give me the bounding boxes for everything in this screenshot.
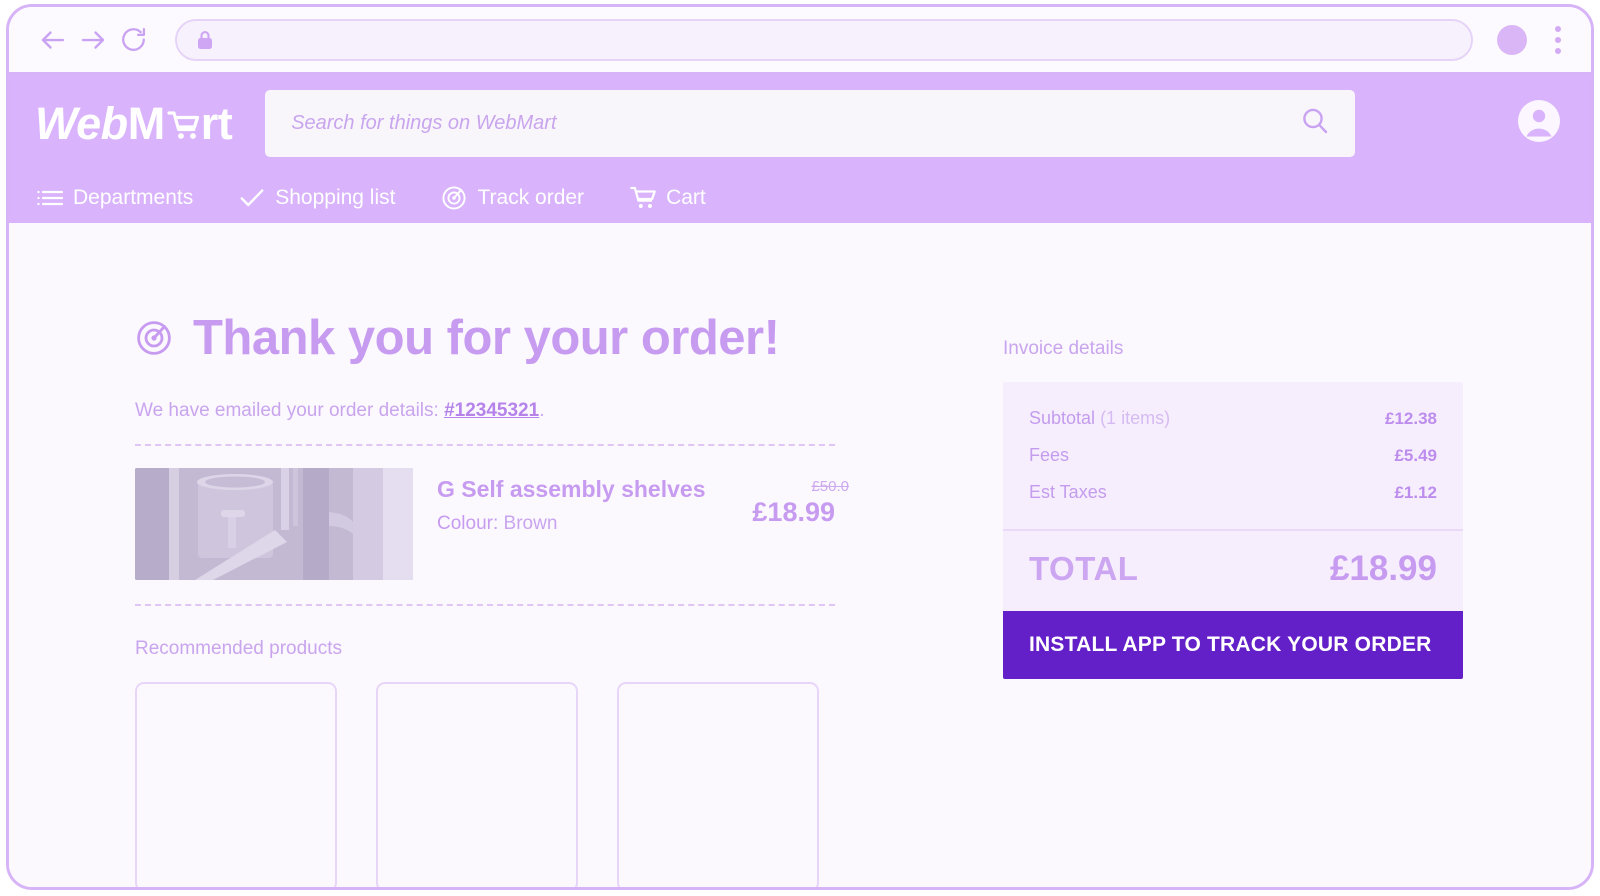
invoice-row-label: Subtotal (1 items) <box>1029 408 1170 429</box>
invoice-row-label: Est Taxes <box>1029 482 1107 503</box>
recommended-products-title: Recommended products <box>135 638 342 659</box>
recommended-products-grid <box>135 682 835 887</box>
invoice-total-amount: £18.99 <box>1329 549 1437 588</box>
site-header: Web M rt Search for things on WebMart De… <box>9 75 1591 223</box>
forward-arrow-icon <box>78 25 108 55</box>
invoice-label-text: Est Taxes <box>1029 482 1107 502</box>
nav-label-shopping-list: Shopping list <box>275 185 396 209</box>
invoice-total-row: TOTAL £18.99 <box>1003 529 1463 611</box>
invoice-row-fees: Fees £5.49 <box>1029 445 1437 482</box>
search-bar[interactable]: Search for things on WebMart <box>265 90 1356 157</box>
reload-button[interactable] <box>113 20 153 60</box>
radar-target-icon <box>135 319 173 357</box>
header-top-row: Web M rt Search for things on WebMart <box>9 75 1591 172</box>
product-name: G Self assembly shelves <box>437 476 706 502</box>
install-app-button[interactable]: INSTALL APP TO TRACK YOUR ORDER <box>1003 611 1463 679</box>
invoice-title: Invoice details <box>1003 338 1124 359</box>
toolbar-right-group <box>1497 24 1569 55</box>
radar-target-icon <box>441 185 467 211</box>
header-nav: Departments Shopping list Track order Ca… <box>9 172 1591 223</box>
back-button[interactable] <box>33 20 73 60</box>
nav-label-track-order: Track order <box>477 185 585 209</box>
nav-label-cart: Cart <box>666 185 706 209</box>
invoice-column: Invoice details Subtotal (1 items) £12.3… <box>1003 310 1463 887</box>
account-circle-icon <box>1517 100 1561 147</box>
product-price: £18.99 <box>752 497 835 527</box>
product-photo <box>135 468 413 580</box>
check-icon <box>239 185 265 211</box>
search-icon[interactable] <box>1299 105 1331 142</box>
product-price-block: £50.0 £18.99 <box>715 468 849 528</box>
shopping-cart-icon <box>166 101 200 139</box>
product-old-price: £50.0 <box>811 478 849 495</box>
product-attribute: Colour: Brown <box>437 513 715 535</box>
divider-bottom <box>135 604 835 606</box>
invoice-row-amount: £5.49 <box>1394 446 1437 465</box>
recommended-product-card[interactable] <box>135 682 337 887</box>
logo-text-part2: M <box>127 97 166 149</box>
webmart-logo[interactable]: Web M rt <box>35 97 233 150</box>
invoice-label-sub: (1 items) <box>1095 408 1171 428</box>
order-line-item: G Self assembly shelves Colour: Brown £5… <box>135 446 849 604</box>
page-title-text: Thank you for your order! <box>193 311 780 365</box>
order-email-notice: We have emailed your order details: #123… <box>135 400 835 422</box>
shopping-cart-icon <box>630 185 656 211</box>
sidebar-item-shopping-list[interactable]: Shopping list <box>233 181 401 215</box>
kebab-menu-icon[interactable] <box>1547 25 1569 55</box>
invoice-row-label: Fees <box>1029 445 1069 466</box>
sidebar-item-cart[interactable]: Cart <box>624 181 712 215</box>
page-body: Thank you for your order! We have emaile… <box>9 223 1591 887</box>
browser-toolbar <box>9 7 1591 75</box>
invoice-card: Subtotal (1 items) £12.38 Fees £5.49 Est… <box>1003 382 1463 679</box>
page-title: Thank you for your order! <box>135 310 835 366</box>
content-wrapper: Thank you for your order! We have emaile… <box>135 223 1465 887</box>
invoice-label-text: Fees <box>1029 445 1070 465</box>
logo-text-part3: rt <box>200 97 233 149</box>
product-info: G Self assembly shelves Colour: Brown <box>413 468 715 535</box>
product-attribute-label: Colour: <box>437 513 499 534</box>
url-bar[interactable] <box>175 18 1473 61</box>
invoice-row-amount: £12.38 <box>1385 409 1437 428</box>
lock-icon <box>195 29 215 51</box>
recommended-product-card[interactable] <box>376 682 578 887</box>
invoice-row-amount: £1.12 <box>1394 483 1437 502</box>
browser-window: Web M rt Search for things on WebMart De… <box>6 4 1594 890</box>
nav-label-departments: Departments <box>73 185 194 209</box>
invoice-label-text: Subtotal <box>1029 408 1096 428</box>
search-input[interactable]: Search for things on WebMart <box>291 112 1299 135</box>
account-button[interactable] <box>1483 99 1561 148</box>
email-notice-prefix: We have emailed your order details: <box>135 400 445 421</box>
back-arrow-icon <box>38 25 68 55</box>
recommended-product-card[interactable] <box>617 682 819 887</box>
forward-button[interactable] <box>73 20 113 60</box>
invoice-total-label: TOTAL <box>1029 550 1139 587</box>
menu-list-icon <box>37 185 63 211</box>
order-number-link[interactable]: #12345321 <box>444 400 539 421</box>
invoice-rows: Subtotal (1 items) £12.38 Fees £5.49 Est… <box>1003 382 1463 529</box>
order-summary-column: Thank you for your order! We have emaile… <box>135 310 849 887</box>
profile-avatar-icon[interactable] <box>1497 24 1527 55</box>
sidebar-item-track-order[interactable]: Track order <box>435 181 590 215</box>
logo-text-part1: Web <box>35 97 128 149</box>
product-attribute-value: Brown <box>503 513 558 534</box>
invoice-row-subtotal: Subtotal (1 items) £12.38 <box>1029 408 1437 445</box>
product-thumbnail[interactable] <box>135 468 413 580</box>
invoice-row-est-taxes: Est Taxes £1.12 <box>1029 482 1437 503</box>
email-notice-suffix: . <box>539 400 545 421</box>
sidebar-item-departments[interactable]: Departments <box>31 181 199 215</box>
reload-icon <box>119 25 148 54</box>
